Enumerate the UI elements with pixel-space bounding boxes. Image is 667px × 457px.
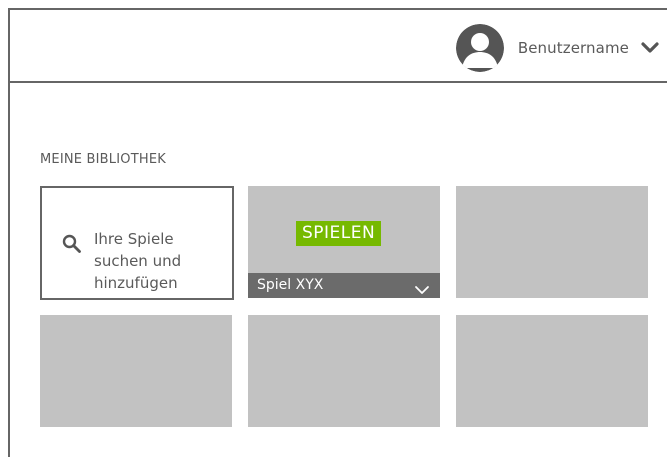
search-tile-text: Ihre Spiele suchen und hinzufügen [94,228,224,294]
game-tile-featured[interactable]: SPIELEN Spiel XYX [248,186,440,298]
app-frame: Benutzername MEINE BIBLIOTHEK Ihre Spiel… [8,8,667,457]
game-title: Spiel XYX [257,277,324,293]
game-title-bar[interactable]: Spiel XYX [248,273,440,298]
username-label[interactable]: Benutzername [518,39,629,57]
search-icon [62,234,82,258]
play-button[interactable]: SPIELEN [296,221,382,246]
top-header: Benutzername [10,10,667,83]
search-tile-line3: hinzufügen [94,274,178,292]
user-menu[interactable]: Benutzername [455,24,659,72]
chevron-down-icon[interactable] [414,279,430,304]
user-avatar-icon[interactable] [455,24,504,72]
game-tile-empty[interactable] [456,186,648,298]
search-add-games-tile[interactable]: Ihre Spiele suchen und hinzufügen [40,186,234,300]
library-title: MEINE BIBLIOTHEK [40,152,166,167]
game-tile-empty[interactable] [456,315,648,427]
chevron-down-icon[interactable] [641,42,659,54]
game-tile-empty[interactable] [40,315,232,427]
game-tile-empty[interactable] [248,315,440,427]
search-tile-line1: Ihre Spiele [94,230,174,248]
search-tile-line2: suchen und [94,252,182,270]
